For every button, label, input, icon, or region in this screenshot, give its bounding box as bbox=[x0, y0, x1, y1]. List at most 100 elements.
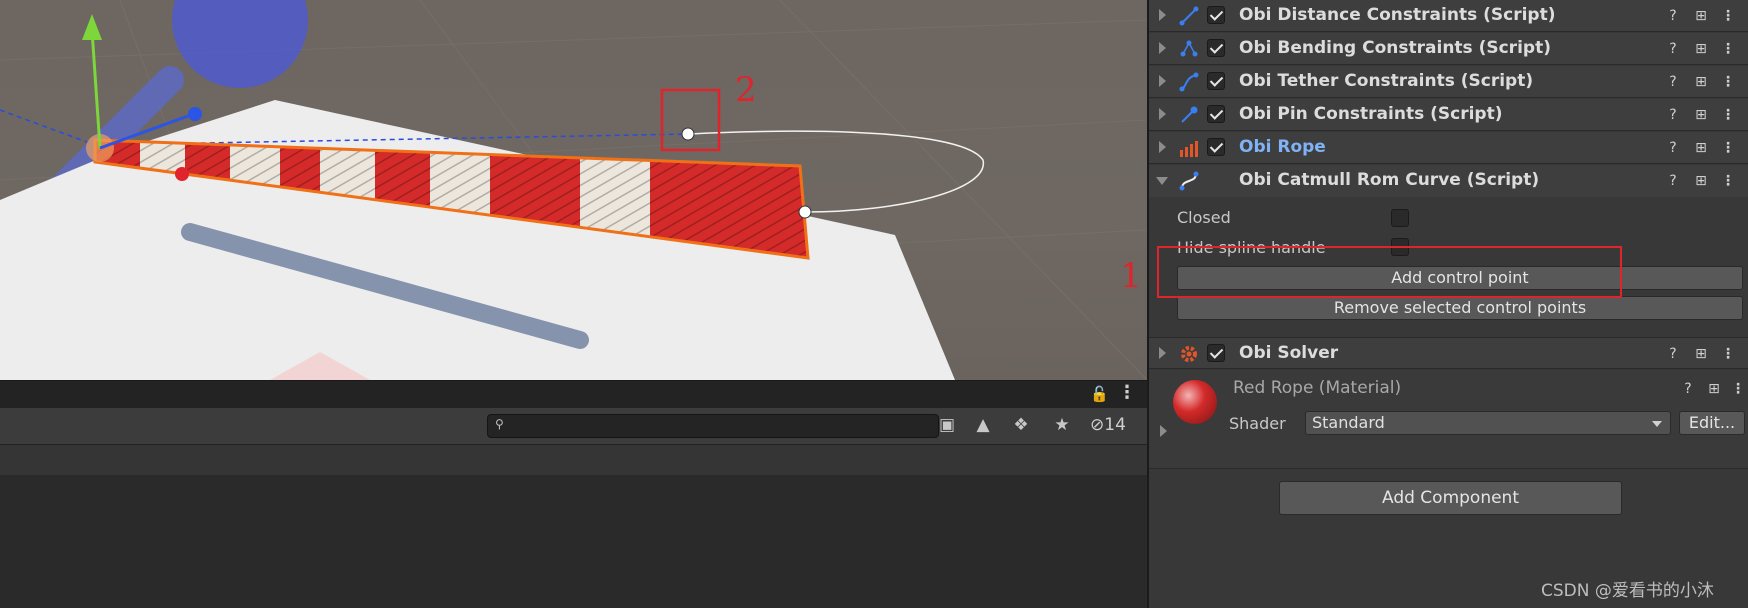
foldout-open-arrow-icon[interactable] bbox=[1156, 177, 1168, 185]
component-menu-icon[interactable]: ⋮ bbox=[1729, 380, 1747, 398]
preset-icon[interactable]: ⊞ bbox=[1692, 172, 1710, 190]
foldout-arrow-icon[interactable] bbox=[1159, 347, 1166, 359]
help-icon[interactable]: ? bbox=[1664, 106, 1682, 124]
component-title: Obi Solver bbox=[1239, 343, 1339, 363]
control-point[interactable] bbox=[681, 127, 695, 141]
preset-icon[interactable]: ⊞ bbox=[1692, 139, 1710, 157]
filter-by-label-icon[interactable]: ❖ bbox=[1004, 412, 1038, 438]
gizmo-y-axis[interactable] bbox=[90, 29, 102, 149]
watermark: CSDN @爱看书的小沐 bbox=[1541, 581, 1714, 601]
remove-selected-control-points-button[interactable]: Remove selected control points bbox=[1177, 296, 1743, 320]
component-menu-icon[interactable]: ⋮ bbox=[1719, 40, 1737, 58]
foldout-arrow-icon[interactable] bbox=[1159, 75, 1166, 87]
enabled-checkbox[interactable] bbox=[1207, 39, 1225, 57]
component-title: Obi Tether Constraints (Script) bbox=[1239, 71, 1534, 91]
help-icon[interactable]: ? bbox=[1679, 380, 1697, 398]
shader-value: Standard bbox=[1312, 413, 1385, 432]
component-title: Obi Distance Constraints (Script) bbox=[1239, 5, 1556, 25]
component-menu-icon[interactable]: ⋮ bbox=[1719, 7, 1737, 25]
component-menu-icon[interactable]: ⋮ bbox=[1719, 106, 1737, 124]
panel-menu-icon[interactable]: ⋮ bbox=[1118, 383, 1136, 405]
help-icon[interactable]: ? bbox=[1664, 40, 1682, 58]
foldout-arrow-icon[interactable] bbox=[1159, 9, 1166, 21]
help-icon[interactable]: ? bbox=[1664, 73, 1682, 91]
enabled-checkbox[interactable] bbox=[1207, 138, 1225, 156]
inspector-panel: Obi Distance Constraints (Script) ? ⊞ ⋮ … bbox=[1120, 0, 1748, 608]
annotation-box-2 bbox=[660, 88, 721, 152]
control-point[interactable] bbox=[798, 205, 812, 219]
component-header-catmull-rom-curve[interactable]: Obi Catmull Rom Curve (Script) ? ⊞ ⋮ bbox=[1149, 165, 1748, 197]
foldout-arrow-icon[interactable] bbox=[1159, 108, 1166, 120]
distance-icon bbox=[1179, 6, 1199, 26]
enabled-checkbox[interactable] bbox=[1207, 72, 1225, 90]
component-menu-icon[interactable]: ⋮ bbox=[1719, 139, 1737, 157]
component-title: Obi Pin Constraints (Script) bbox=[1239, 104, 1503, 124]
search-icon: ⚲ bbox=[495, 417, 504, 431]
hidden-packages-toggle[interactable]: ⊘14 bbox=[1090, 412, 1126, 438]
material-section: Red Rope (Material) ? ⊞ ⋮ Shader Standar… bbox=[1149, 370, 1748, 469]
material-title: Red Rope (Material) bbox=[1233, 378, 1402, 398]
component-menu-icon[interactable]: ⋮ bbox=[1719, 73, 1737, 91]
component-header-bending-constraints[interactable]: Obi Bending Constraints (Script) ? ⊞ ⋮ bbox=[1149, 33, 1748, 65]
bending-icon bbox=[1180, 40, 1198, 57]
enabled-checkbox[interactable] bbox=[1207, 6, 1225, 24]
component-title: Obi Catmull Rom Curve (Script) bbox=[1239, 170, 1540, 190]
scene-view[interactable]: 2 bbox=[0, 0, 1147, 380]
shader-edit-button[interactable]: Edit... bbox=[1679, 411, 1745, 435]
annotation-label-1: 1 bbox=[1120, 256, 1142, 296]
filter-by-type-icon[interactable]: ▲ bbox=[966, 412, 1000, 438]
chevron-down-icon bbox=[1652, 421, 1662, 427]
annotation-box-1 bbox=[1157, 246, 1622, 298]
help-icon[interactable]: ? bbox=[1664, 7, 1682, 25]
preset-icon[interactable]: ⊞ bbox=[1692, 73, 1710, 91]
component-header-obi-rope[interactable]: Obi Rope ? ⊞ ⋮ bbox=[1149, 132, 1748, 164]
material-foldout-arrow-icon[interactable] bbox=[1160, 425, 1167, 437]
hidden-count: 14 bbox=[1104, 415, 1126, 435]
preset-icon[interactable]: ⊞ bbox=[1692, 106, 1710, 124]
curve-icon bbox=[1179, 171, 1199, 191]
foldout-arrow-icon[interactable] bbox=[1159, 141, 1166, 153]
gear-icon bbox=[1181, 346, 1197, 362]
project-breadcrumb-row bbox=[0, 445, 1147, 475]
gizmo-x-arrow[interactable] bbox=[175, 167, 189, 181]
help-icon[interactable]: ? bbox=[1664, 139, 1682, 157]
component-header-obi-solver[interactable]: Obi Solver ? ⊞ ⋮ bbox=[1149, 337, 1748, 369]
material-preview-sphere bbox=[1173, 380, 1217, 424]
project-toolbar: ⚲ ▣ ▲ ❖ ★ ⊘14 bbox=[0, 408, 1147, 445]
shader-label: Shader bbox=[1229, 414, 1286, 433]
component-title: Obi Rope bbox=[1239, 137, 1326, 157]
enabled-checkbox[interactable] bbox=[1207, 105, 1225, 123]
component-header-distance-constraints[interactable]: Obi Distance Constraints (Script) ? ⊞ ⋮ bbox=[1149, 0, 1748, 32]
annotation-label-2: 2 bbox=[735, 70, 757, 110]
component-header-pin-constraints[interactable]: Obi Pin Constraints (Script) ? ⊞ ⋮ bbox=[1149, 99, 1748, 131]
component-header-tether-constraints[interactable]: Obi Tether Constraints (Script) ? ⊞ ⋮ bbox=[1149, 66, 1748, 98]
preset-icon[interactable]: ⊞ bbox=[1692, 345, 1710, 363]
eye-hidden-icon: ⊘ bbox=[1090, 415, 1105, 435]
scene-canvas[interactable] bbox=[0, 0, 1147, 380]
pin-icon bbox=[1181, 106, 1198, 123]
preset-icon[interactable]: ⊞ bbox=[1692, 40, 1710, 58]
tether-icon bbox=[1179, 72, 1199, 92]
gizmo-z-arrow[interactable] bbox=[188, 107, 202, 121]
foldout-arrow-icon[interactable] bbox=[1159, 42, 1166, 54]
component-menu-icon[interactable]: ⋮ bbox=[1719, 345, 1737, 363]
search-by-type-icon[interactable]: ▣ bbox=[930, 412, 964, 438]
gizmo-y-arrow[interactable] bbox=[82, 14, 102, 40]
closed-label: Closed bbox=[1177, 208, 1231, 227]
component-menu-icon[interactable]: ⋮ bbox=[1719, 172, 1737, 190]
favorite-star-icon[interactable]: ★ bbox=[1045, 412, 1079, 438]
shader-dropdown[interactable]: Standard bbox=[1305, 411, 1671, 435]
light-gizmo-blob bbox=[172, 0, 308, 88]
help-icon[interactable]: ? bbox=[1664, 345, 1682, 363]
enabled-checkbox[interactable] bbox=[1207, 344, 1225, 362]
help-icon[interactable]: ? bbox=[1664, 172, 1682, 190]
search-input[interactable]: ⚲ bbox=[487, 414, 939, 438]
panel-tab-bar: 🔓 ⋮ bbox=[0, 380, 1147, 409]
preset-icon[interactable]: ⊞ bbox=[1692, 7, 1710, 25]
closed-checkbox[interactable] bbox=[1391, 209, 1409, 227]
preset-icon[interactable]: ⊞ bbox=[1705, 380, 1723, 398]
lock-icon[interactable]: 🔓 bbox=[1090, 385, 1109, 403]
add-component-button[interactable]: Add Component bbox=[1279, 481, 1622, 515]
rope-icon bbox=[1180, 141, 1198, 157]
component-title: Obi Bending Constraints (Script) bbox=[1239, 38, 1551, 58]
